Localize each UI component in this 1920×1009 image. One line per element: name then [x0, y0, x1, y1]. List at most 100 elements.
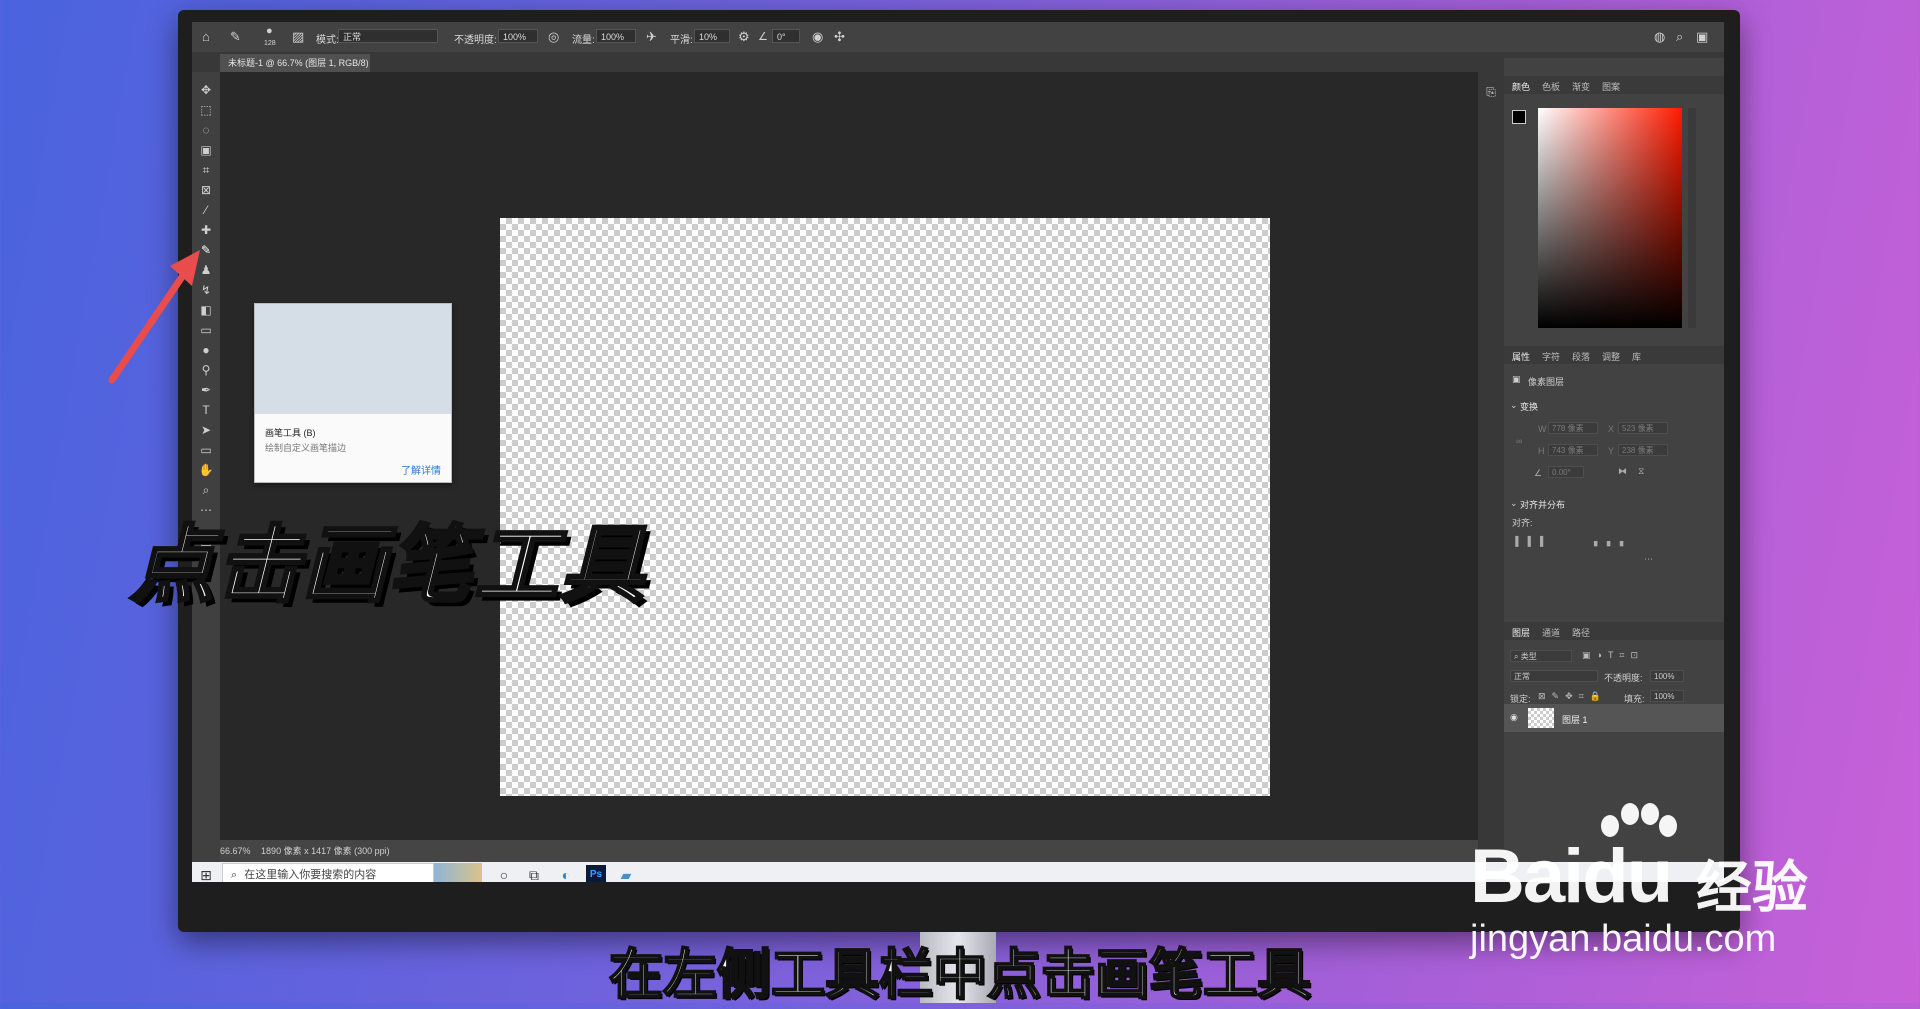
visibility-eye-icon[interactable]: ◉ [1510, 712, 1518, 723]
layers-panel-tabs: 图层 通道 路径 [1504, 622, 1724, 640]
path-select-tool-icon[interactable]: ➤ [192, 420, 220, 440]
tab-channels[interactable]: 通道 [1542, 626, 1560, 639]
angle-icon: ∠ [758, 31, 768, 43]
document-tab[interactable]: 未标题-1 @ 66.7% (图层 1, RGB/8) * × [220, 54, 370, 86]
options-bar: ⌂ ✎ ● 128 ▨ 模式: 正常 不透明度: 100% ◎ 流量: 100%… [192, 22, 1724, 52]
edge-browser-icon[interactable]: ◐ [556, 865, 576, 882]
lasso-tool-icon[interactable]: ◌ [192, 120, 220, 140]
tab-properties[interactable]: 属性 [1512, 350, 1530, 363]
tab-layers[interactable]: 图层 [1512, 626, 1530, 639]
photoshop-app-icon[interactable]: Ps [586, 865, 606, 882]
tab-paragraph[interactable]: 段落 [1572, 350, 1590, 363]
x-field[interactable]: 523 像素 [1618, 422, 1668, 434]
brush-tip-icon[interactable]: ● [266, 24, 273, 38]
layer-opacity-field[interactable]: 100% [1650, 670, 1684, 682]
layer-opacity-label: 不透明度: [1604, 673, 1643, 683]
object-select-tool-icon[interactable]: ▣ [192, 140, 220, 160]
align-chevron-icon[interactable]: ⌄ [1510, 498, 1518, 509]
file-explorer-icon[interactable]: ▰ [616, 865, 636, 882]
fill-field[interactable]: 100% [1650, 690, 1684, 702]
layer-filter-icons[interactable]: ▣◑T⌗⊡ [1582, 650, 1644, 661]
y-field[interactable]: 238 像素 [1618, 444, 1668, 456]
search-icon[interactable]: ⌕ [1676, 30, 1683, 44]
flow-field[interactable]: 100% [596, 29, 636, 43]
transform-chevron-icon[interactable]: ⌄ [1510, 400, 1518, 411]
zoom-tool-icon[interactable]: ⌕ [192, 480, 220, 500]
symmetry-icon[interactable]: ✣ [834, 30, 845, 44]
pressure-size-icon[interactable]: ◉ [812, 30, 823, 44]
history-panel-icon[interactable]: ⎘ [1477, 82, 1505, 102]
mode-select[interactable]: 正常 [338, 29, 438, 43]
blend-mode-select[interactable]: 正常 [1510, 670, 1598, 682]
marquee-tool-icon[interactable]: ⬚ [192, 100, 220, 120]
panel-dock: ⎘ [1478, 72, 1504, 862]
share-icon[interactable]: ◍ [1654, 30, 1665, 44]
workspace-icon[interactable]: ▣ [1696, 30, 1708, 44]
layer-filter-value: 类型 [1520, 652, 1537, 661]
frame-tool-icon[interactable]: ⊠ [192, 180, 220, 200]
x-label: X [1608, 424, 1615, 434]
link-icon[interactable]: ∞ [1516, 436, 1522, 446]
smooth-field[interactable]: 10% [694, 29, 730, 43]
brush-settings-icon[interactable]: ▨ [292, 30, 304, 44]
hue-slider[interactable] [1688, 108, 1696, 328]
windows-start-icon[interactable]: ⊞ [196, 865, 216, 882]
foreground-color-swatch[interactable] [1512, 110, 1526, 124]
opacity-field[interactable]: 100% [498, 29, 538, 43]
tab-swatches[interactable]: 色板 [1542, 80, 1560, 93]
task-view-icon[interactable]: ○ [494, 865, 514, 882]
layer-filter-select[interactable]: ⌕ 类型 [1510, 650, 1572, 662]
tab-patterns[interactable]: 图案 [1602, 80, 1620, 93]
lock-icons[interactable]: ⊠✎✥⌗🔒 [1538, 691, 1607, 702]
tab-adjustments[interactable]: 调整 [1602, 350, 1620, 363]
document-tab-row [192, 52, 1724, 72]
tooltip-preview [255, 304, 451, 414]
canvas-area[interactable]: 画笔工具 (B) 绘制自定义画笔描边 了解详情 [220, 72, 1478, 862]
transform-section-title[interactable]: 变换 [1520, 400, 1538, 413]
tab-color[interactable]: 颜色 [1512, 80, 1530, 93]
flip-vertical-icon[interactable]: ⧖ [1638, 466, 1644, 477]
color-picker-field[interactable] [1538, 108, 1682, 328]
eyedropper-tool-icon[interactable]: ⁄ [192, 200, 220, 220]
pressure-opacity-icon[interactable]: ◎ [548, 30, 559, 44]
flow-label: 流量: [572, 35, 595, 46]
shape-tool-icon[interactable]: ▭ [192, 440, 220, 460]
tab-gradients[interactable]: 渐变 [1572, 80, 1590, 93]
more-options-icon[interactable]: ⋯ [1644, 554, 1653, 565]
width-label: W [1538, 424, 1547, 434]
zoom-level[interactable]: 66.67% [220, 846, 251, 856]
width-field[interactable]: 778 像素 [1548, 422, 1598, 434]
widgets-icon[interactable]: ⧉ [524, 865, 544, 882]
pixel-layer-icon: ▣ [1512, 374, 1521, 384]
tooltip-learn-more-link[interactable]: 了解详情 [401, 462, 441, 477]
flip-horizontal-icon[interactable]: ⧓ [1618, 466, 1627, 477]
align-section-title[interactable]: 对齐并分布 [1520, 498, 1565, 511]
tooltip-title: 画笔工具 (B) [265, 428, 316, 438]
hand-tool-icon[interactable]: ✋ [192, 460, 220, 480]
tab-paths[interactable]: 路径 [1572, 626, 1590, 639]
brush-size-value: 128 [264, 40, 276, 47]
smoothing-settings-icon[interactable]: ⚙ [738, 30, 750, 44]
pixel-layer-label: 像素图层 [1528, 377, 1565, 387]
tab-libraries[interactable]: 库 [1632, 350, 1641, 363]
document-info[interactable]: 1890 像素 x 1417 像素 (300 ppi) [261, 846, 390, 856]
taskbar-search-box[interactable]: ⌕ 在这里输入你要搜索的内容 [222, 863, 434, 882]
right-panels: 颜色 色板 渐变 图案 属性 字符 段落 调整 库 ▣ 像素图层 ⌄ 变换 W … [1504, 58, 1724, 862]
height-field[interactable]: 743 像素 [1548, 444, 1598, 456]
opacity-label: 不透明度: [454, 35, 497, 46]
align-buttons-left[interactable]: ▐▐▐ [1512, 536, 1549, 546]
home-icon[interactable]: ⌂ [202, 30, 210, 44]
rotation-field[interactable]: 0.00° [1548, 466, 1584, 478]
layer-row[interactable]: ◉ 图层 1 [1504, 704, 1724, 732]
red-pointer-arrow [108, 250, 200, 384]
smooth-label: 平滑: [670, 35, 693, 46]
airbrush-icon[interactable]: ✈ [646, 30, 657, 44]
move-tool-icon[interactable]: ✥ [192, 80, 220, 100]
brush-preset-icon[interactable]: ✎ [230, 30, 241, 44]
align-buttons-right[interactable]: ▖▖▖ [1594, 536, 1633, 547]
crop-tool-icon[interactable]: ⌗ [192, 160, 220, 180]
type-tool-icon[interactable]: T [192, 400, 220, 420]
layer-name[interactable]: 图层 1 [1562, 713, 1588, 726]
angle-field[interactable]: 0° [772, 29, 800, 43]
tab-character[interactable]: 字符 [1542, 350, 1560, 363]
